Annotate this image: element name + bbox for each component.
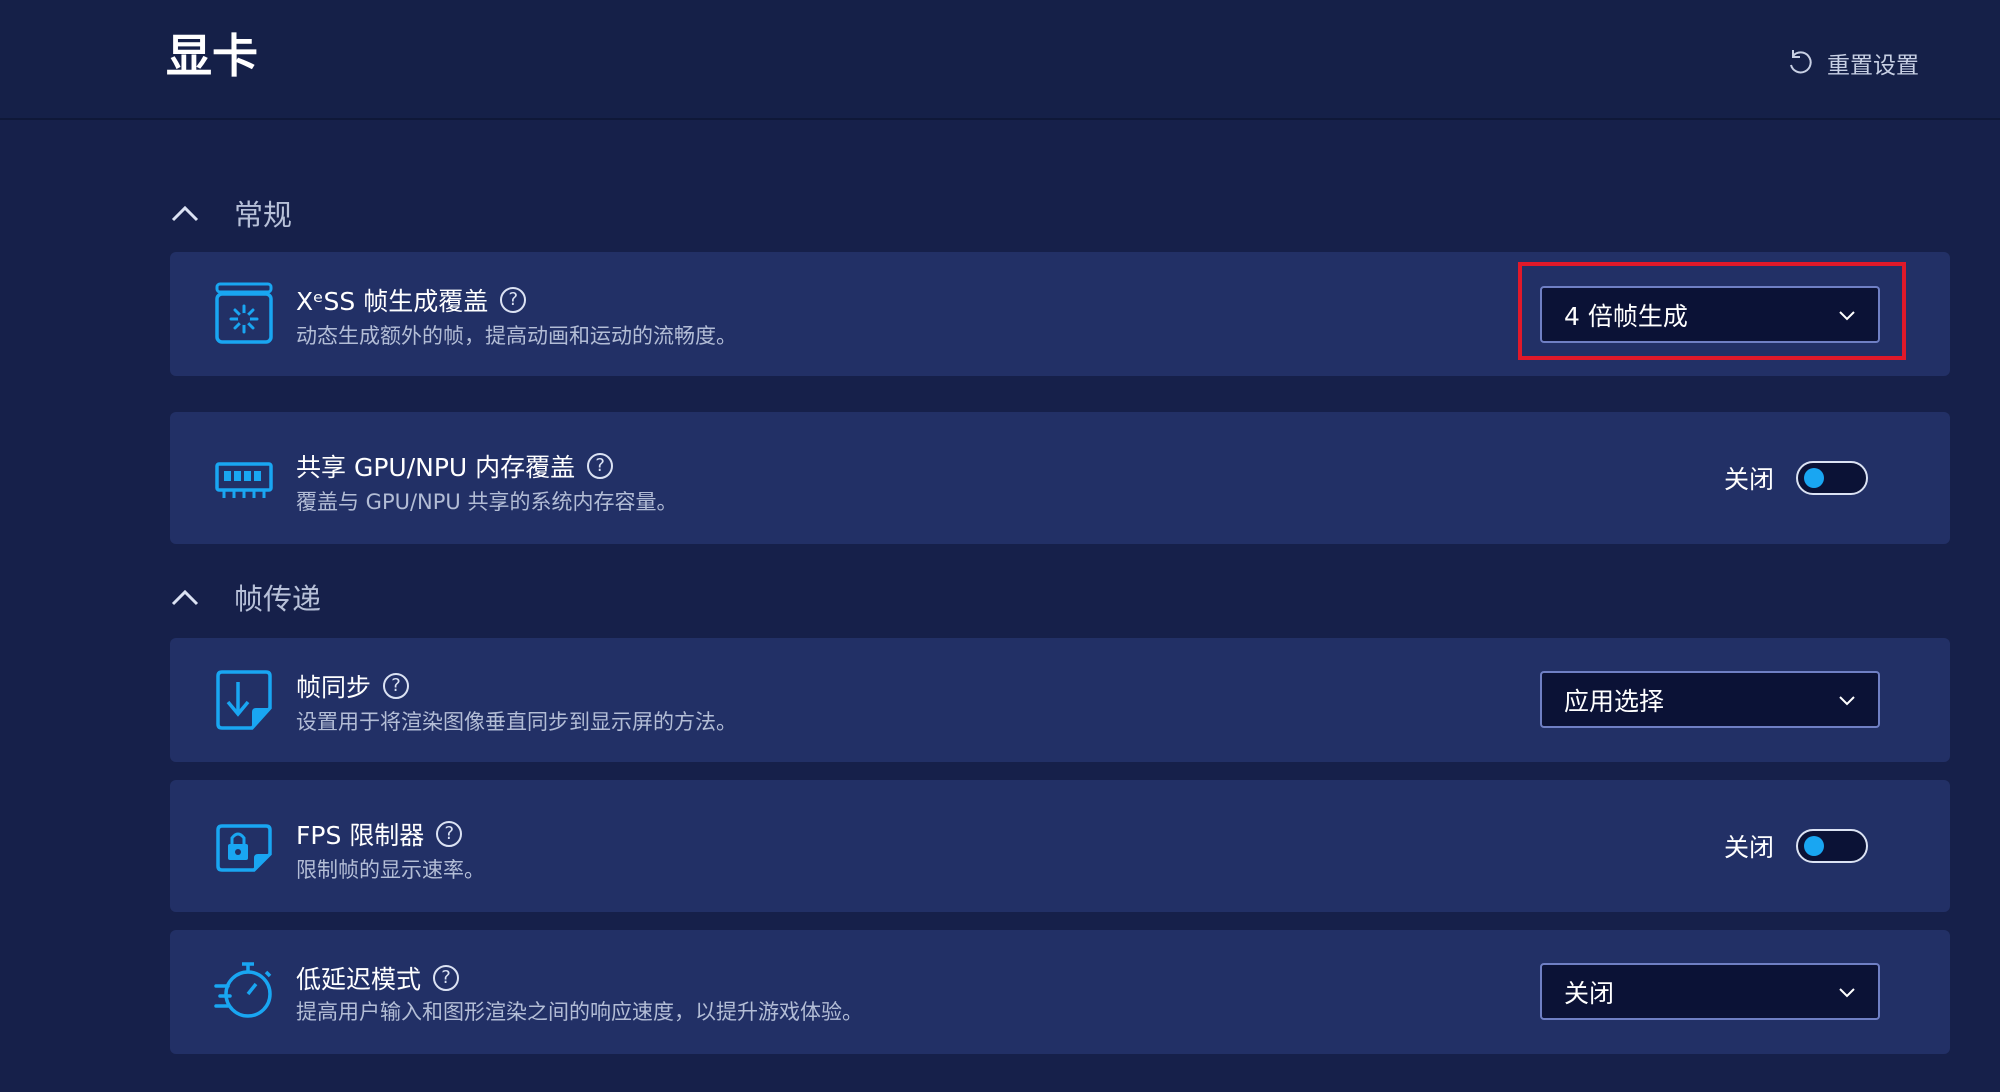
xess-description: 动态生成额外的帧，提高动画和运动的流畅度。 [296,324,737,348]
shared-memory-description: 覆盖与 GPU/NPU 共享的系统内存容量。 [296,490,678,514]
xess-help-icon[interactable]: ? [500,287,527,313]
fps-limiter-description: 限制帧的显示速率。 [296,858,485,882]
low-latency-help-icon[interactable]: ? [433,965,460,991]
section-frame-delivery-toggle[interactable]: 帧传递 [170,576,321,618]
fps-limiter-toggle[interactable] [1796,829,1868,863]
reset-settings-button[interactable]: 重置设置 [1785,46,1919,80]
shared-memory-title: 共享 GPU/NPU 内存覆盖 [296,453,576,482]
low-latency-dropdown[interactable]: 关闭 [1540,963,1880,1020]
chevron-up-icon [171,205,199,222]
reset-settings-label: 重置设置 [1827,53,1919,79]
xess-title: XᵉSS 帧生成覆盖 [296,287,489,316]
page-header: 显卡 重置设置 [0,0,2000,120]
shared-memory-help-icon[interactable]: ? [587,453,614,479]
low-latency-card: 低延迟模式 ? 提高用户输入和图形渲染之间的响应速度，以提升游戏体验。 关闭 [170,930,1950,1054]
low-latency-value: 关闭 [1564,978,1615,1008]
xess-title-row: XᵉSS 帧生成覆盖 ? [296,282,527,318]
chevron-down-icon [1839,987,1855,997]
frame-sync-value: 应用选择 [1564,686,1665,716]
highlight-box [1518,262,1906,360]
fps-limiter-card: FPS 限制器 ? 限制帧的显示速率。 关闭 [170,780,1950,912]
frame-sync-title: 帧同步 [296,673,372,702]
frame-generation-icon [215,282,273,344]
toggle-knob [1804,468,1824,488]
shared-memory-toggle-group: 关闭 [1724,460,1868,496]
frame-sync-card: 帧同步 ? 设置用于将渲染图像垂直同步到显示屏的方法。 应用选择 [170,638,1950,762]
stopwatch-icon [214,962,272,1018]
section-general-label: 常规 [234,198,293,232]
section-frame-delivery-label: 帧传递 [234,582,322,616]
fps-limiter-toggle-group: 关闭 [1724,828,1868,864]
fps-limiter-state-label: 关闭 [1723,833,1774,862]
page-title: 显卡 [166,29,258,83]
chevron-down-icon [1839,695,1855,705]
frame-sync-help-icon[interactable]: ? [383,673,410,699]
frame-sync-description: 设置用于将渲染图像垂直同步到显示屏的方法。 [296,710,737,734]
lock-frame-icon [216,824,272,872]
fps-limiter-title: FPS 限制器 [296,821,425,850]
low-latency-title: 低延迟模式 [296,965,422,994]
frame-sync-icon [216,670,272,730]
chevron-up-icon [171,589,199,606]
section-general-toggle[interactable]: 常规 [170,192,292,234]
reset-icon [1790,50,1812,74]
frame-sync-dropdown[interactable]: 应用选择 [1540,671,1880,728]
shared-memory-title-row: 共享 GPU/NPU 内存覆盖 ? [296,448,614,484]
fps-limiter-title-row: FPS 限制器 ? [296,816,463,852]
shared-memory-state-label: 关闭 [1723,465,1774,494]
toggle-knob [1804,836,1824,856]
low-latency-title-row: 低延迟模式 ? [296,960,460,996]
low-latency-description: 提高用户输入和图形渲染之间的响应速度，以提升游戏体验。 [296,1000,863,1024]
shared-memory-toggle[interactable] [1796,461,1868,495]
fps-limiter-help-icon[interactable]: ? [436,821,463,847]
frame-sync-title-row: 帧同步 ? [296,668,410,704]
shared-memory-card: 共享 GPU/NPU 内存覆盖 ? 覆盖与 GPU/NPU 共享的系统内存容量。… [170,412,1950,544]
memory-chip-icon [215,462,273,498]
